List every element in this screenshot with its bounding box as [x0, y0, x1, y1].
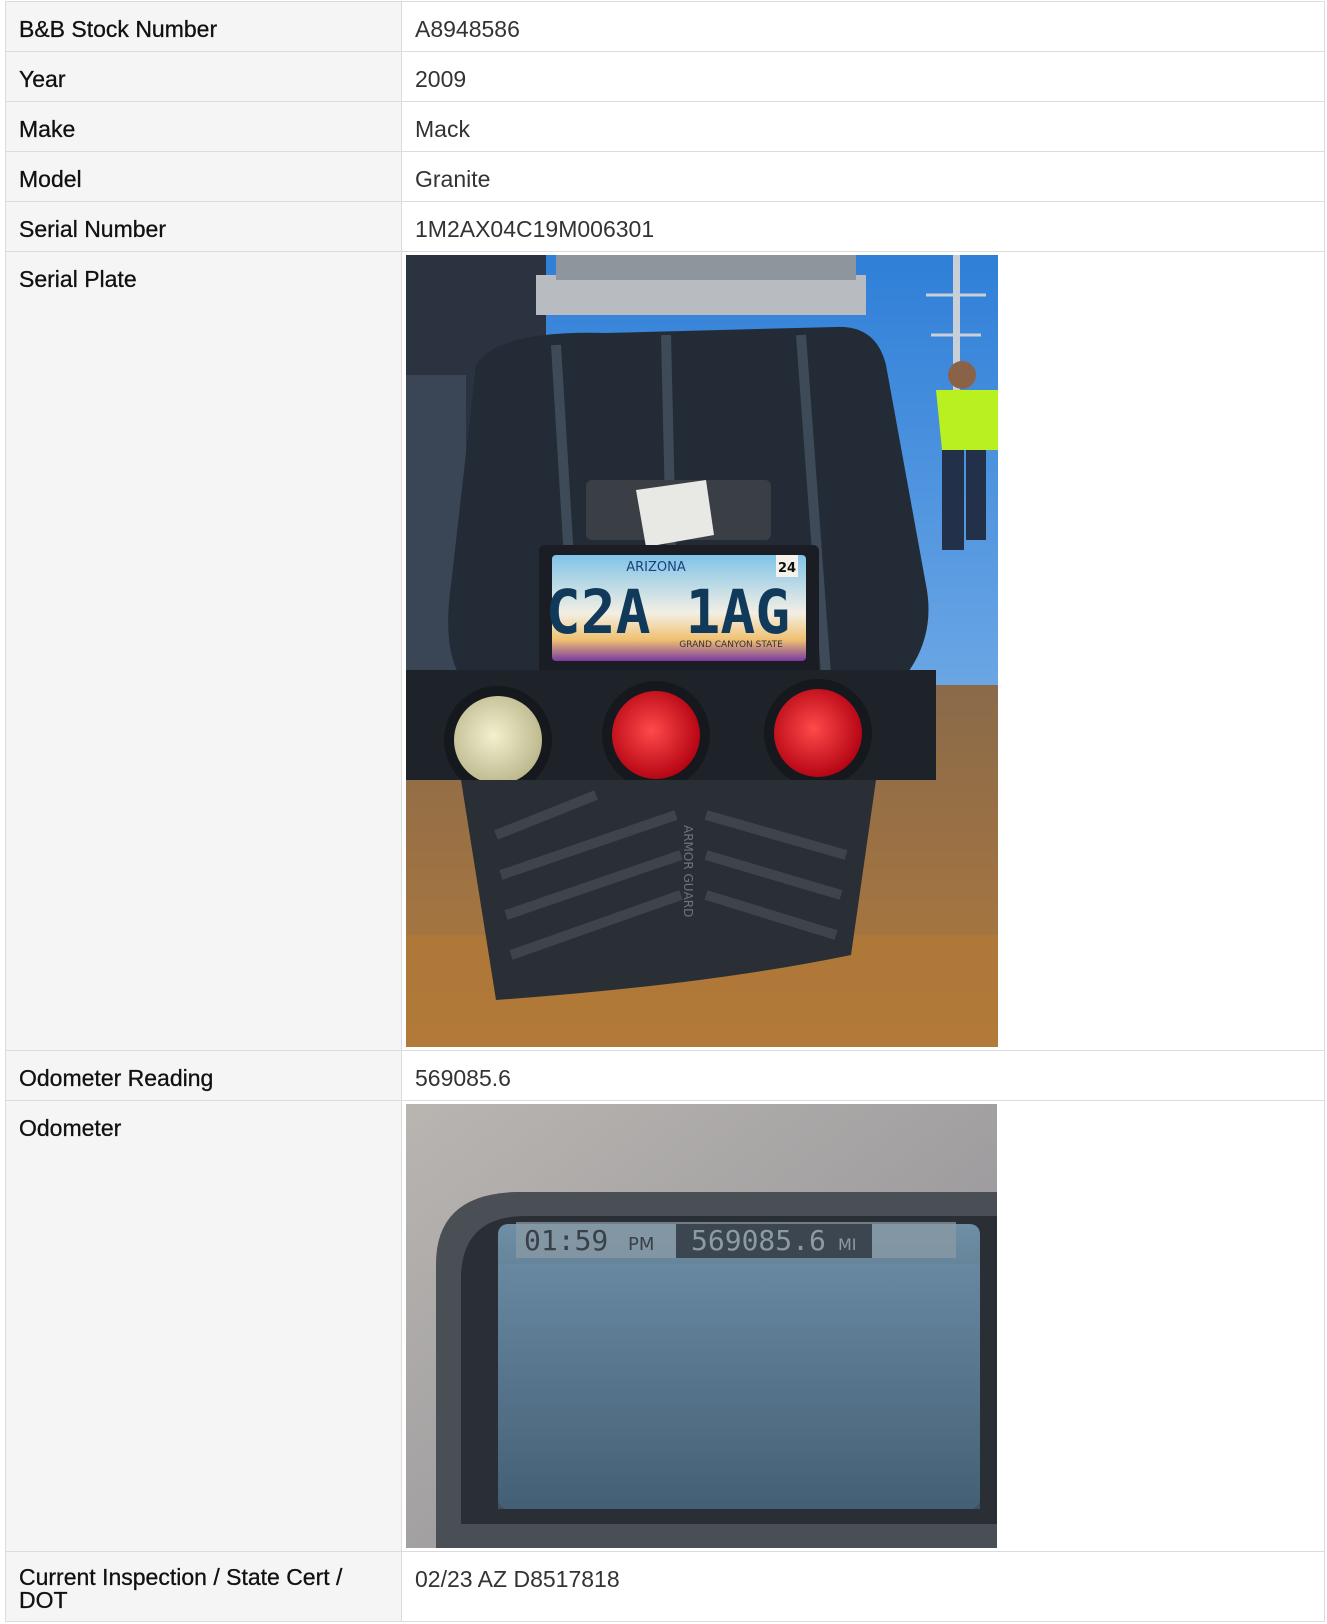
- plate-sticker: 24: [778, 561, 796, 576]
- table-row: Serial Number 1M2AX04C19M006301: [5, 201, 1325, 252]
- serial-plate-photo: ARIZONA C2A 1AG GRAND CANYON STATE 24 AR…: [406, 255, 998, 1047]
- plate-state: ARIZONA: [626, 560, 686, 575]
- odometer-clock-suffix: PM: [628, 1234, 654, 1255]
- row-value: ARIZONA C2A 1AG GRAND CANYON STATE 24 AR…: [401, 251, 1325, 1051]
- spec-table: B&B Stock Number A8948586 Year 2009 Make…: [5, 1, 1325, 1622]
- row-label: Odometer Reading: [5, 1050, 402, 1101]
- odometer-clock: 01:59: [524, 1224, 608, 1257]
- row-value: Granite: [401, 151, 1325, 202]
- row-value: 569085.6: [401, 1050, 1325, 1101]
- table-row: Model Granite: [5, 151, 1325, 202]
- row-label: Year: [5, 51, 402, 102]
- odometer-unit: MI: [838, 1235, 857, 1254]
- odometer-photo: 01:59 PM 569085.6 MI: [406, 1104, 997, 1548]
- row-label: Current Inspection / State Cert / DOT: [5, 1551, 402, 1622]
- mudflap-text: ARMOR GUARD: [681, 825, 695, 917]
- table-row: Serial Plate ARIZONA C2A 1AG GRAND CANYO…: [5, 251, 1325, 1051]
- row-label: Model: [5, 151, 402, 202]
- table-row: Make Mack: [5, 101, 1325, 152]
- table-row: B&B Stock Number A8948586: [5, 1, 1325, 52]
- row-label-text: Current Inspection / State Cert / DOT: [19, 1564, 343, 1613]
- row-label: Serial Plate: [5, 251, 402, 1051]
- plate-number: C2A 1AG: [546, 578, 790, 649]
- table-row: Year 2009: [5, 51, 1325, 102]
- row-label: Serial Number: [5, 201, 402, 252]
- row-value: A8948586: [401, 1, 1325, 52]
- table-row: Odometer Reading 569085.6: [5, 1050, 1325, 1101]
- table-row: Odometer 01:59 PM 569085.6 MI: [5, 1100, 1325, 1552]
- row-value: 01:59 PM 569085.6 MI: [401, 1100, 1325, 1552]
- odometer-reading: 569085.6: [691, 1224, 826, 1257]
- table-row: Current Inspection / State Cert / DOT 02…: [5, 1551, 1325, 1622]
- plate-slogan: GRAND CANYON STATE: [679, 640, 783, 650]
- row-value: 02/23 AZ D8517818: [401, 1551, 1325, 1622]
- row-value: 2009: [401, 51, 1325, 102]
- row-label: B&B Stock Number: [5, 1, 402, 52]
- row-value: Mack: [401, 101, 1325, 152]
- row-label: Make: [5, 101, 402, 152]
- row-label: Odometer: [5, 1100, 402, 1552]
- row-value: 1M2AX04C19M006301: [401, 201, 1325, 252]
